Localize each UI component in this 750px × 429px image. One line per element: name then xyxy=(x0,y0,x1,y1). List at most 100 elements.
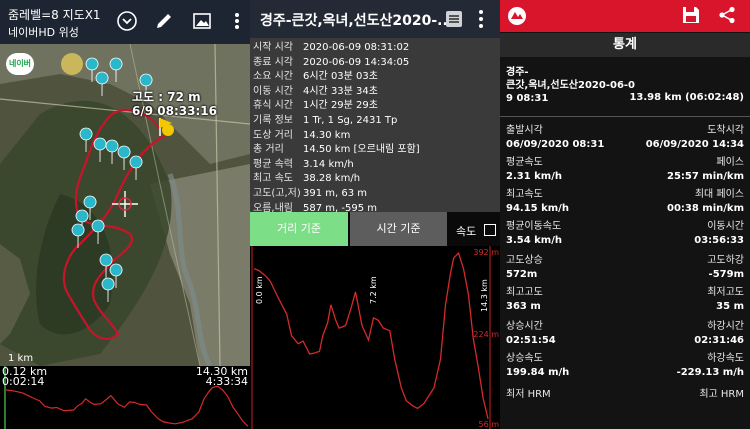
stat-value: 391 m, 63 m xyxy=(303,187,368,199)
chart-end-time: 4:33:34 xyxy=(205,375,248,388)
y-tick-label-top: 392 m xyxy=(473,248,499,257)
stats-left-label: 상승시간 xyxy=(506,321,543,332)
stat-key: 도상 거리 xyxy=(253,129,293,141)
stats-row: 상승시간 02:51:54 하강시간 02:31:46 xyxy=(506,320,744,350)
stat-key: 총 거리 xyxy=(253,144,284,156)
track-title: 경주-큰갓,옥녀,선도산2020-... xyxy=(260,13,446,29)
stats-right-value: 03:56:33 xyxy=(694,235,744,246)
image-icon[interactable] xyxy=(191,10,213,32)
more-vert-icon[interactable] xyxy=(226,10,248,32)
route-name: 경주- 큰갓,옥녀,선도산2020-06-0 9 08:31 xyxy=(506,66,635,105)
stats-right-value: -229.13 m/h xyxy=(676,367,744,378)
stat-key: 최고 속도 xyxy=(253,173,293,185)
pencil-icon[interactable] xyxy=(153,10,175,32)
stats-left-label: 출발시각 xyxy=(506,125,543,136)
stats-left-value: 2.31 km/h xyxy=(506,171,562,182)
stat-row: 소요 시간 6시간 03분 03초 xyxy=(250,70,500,85)
stats-row: 평균이동속도 3.54 km/h 이동시간 03:56:33 xyxy=(506,220,744,250)
stats-title: 통계 xyxy=(500,33,750,57)
stat-row: 휴식 시간 1시간 29분 29초 xyxy=(250,99,500,114)
more-vert-icon[interactable] xyxy=(478,8,484,30)
stats-left-label: 평균이동속도 xyxy=(506,221,562,232)
stat-row: 평균 속력 3.14 km/h xyxy=(250,158,500,173)
stat-key: 고도(고,저) xyxy=(253,187,301,199)
stats-right-label: 하강시간 xyxy=(707,321,744,332)
x-tick-label-mid: 7.2 km xyxy=(369,276,378,304)
stats-right-value: 00:38 min/km xyxy=(666,203,744,214)
distance-basis-button[interactable]: 거리 기준 xyxy=(250,212,348,246)
stats-right-value: 25:57 min/km xyxy=(666,171,744,182)
stat-row: 도상 거리 14.30 km xyxy=(250,129,500,144)
stats-left-label: 최고고도 xyxy=(506,287,543,298)
stat-row: 최고 속도 38.28 km/h xyxy=(250,172,500,187)
stat-value: 1 Tr, 1 Sg, 2431 Tp xyxy=(303,114,398,126)
stat-row: 이동 시간 4시간 33분 34초 xyxy=(250,85,500,100)
stats-left-label: 고도상승 xyxy=(506,255,543,266)
stat-value: 14.30 km xyxy=(303,129,351,141)
stats-left-value: 06/09/2020 08:31 xyxy=(506,139,605,150)
stats-left-value: 94.15 km/h xyxy=(506,203,569,214)
route-name-line: 큰갓,옥녀,선도산2020-06-0 xyxy=(506,80,636,91)
stats-row: 평균속도 2.31 km/h 페이스 25:57 min/km xyxy=(506,156,744,186)
mini-elevation-chart[interactable]: 0.12 km 0:02:14 14.30 km 4:33:34 xyxy=(0,366,250,429)
x-tick-label-start: 0.0 km xyxy=(255,276,264,304)
stats-right-label: 이동시간 xyxy=(707,221,744,232)
chart-start-time: 0:02:14 xyxy=(2,375,45,388)
stat-row: 총 거리 14.50 km [오르내림 포함] xyxy=(250,143,500,158)
stats-right-label: 페이스 xyxy=(716,157,744,168)
stats-app-bar xyxy=(500,0,750,32)
stats-right-label: 최고 HRM xyxy=(699,389,744,400)
naver-logo-badge[interactable]: 네이버 xyxy=(6,53,34,75)
route-distance: 13.98 km (06:02:48) xyxy=(629,92,744,103)
stat-key: 휴식 시간 xyxy=(253,100,293,112)
elevation-chart[interactable]: 0.0 km 7.2 km 14.3 km 392 m 224 m 56 m xyxy=(250,246,500,429)
save-icon[interactable] xyxy=(682,6,700,24)
stats-row: 상승속도 199.84 m/h 하강속도 -229.13 m/h xyxy=(506,352,744,382)
stats-right-value: 06/09/2020 14:34 xyxy=(645,139,744,150)
stats-right-label: 도착시각 xyxy=(707,125,744,136)
stat-key: 종료 시각 xyxy=(253,56,293,68)
map-status-bar: 줌레벨=8 지도X1 네이버HD 위성 xyxy=(0,0,250,44)
stat-value: 14.50 km [오르내림 포함] xyxy=(303,144,420,156)
stats-row: 최고고도 363 m 최저고도 35 m xyxy=(506,286,744,316)
elevation-chart-svg: 0.0 km 7.2 km 14.3 km 392 m 224 m 56 m xyxy=(251,246,499,429)
stats-row: 최저 HRM 최고 HRM xyxy=(506,388,744,418)
stat-row: 종료 시각 2020-06-09 14:34:05 xyxy=(250,56,500,71)
app-logo-icon[interactable] xyxy=(506,6,528,26)
stats-right-label: 최대 페이스 xyxy=(694,189,744,200)
statistics-panel: 통계 경주- 큰갓,옥녀,선도산2020-06-0 9 08:31 13.98 … xyxy=(500,0,750,429)
stat-row: 시작 시각 2020-06-09 08:31:02 xyxy=(250,41,500,56)
stats-row: 최고속도 94.15 km/h 최대 페이스 00:38 min/km xyxy=(506,188,744,218)
list-icon[interactable] xyxy=(446,11,462,27)
map-scale: 1 km xyxy=(8,353,34,364)
track-header: 경주-큰갓,옥녀,선도산2020-... xyxy=(250,0,500,38)
stat-row: 고도(고,저) 391 m, 63 m xyxy=(250,187,500,202)
x-tick-label-end: 14.3 km xyxy=(480,279,489,312)
speed-checkbox[interactable] xyxy=(484,224,496,236)
stats-left-label: 최고속도 xyxy=(506,189,543,200)
stats-row: 고도상승 572m 고도하강 -579m xyxy=(506,254,744,284)
stats-left-value: 3.54 km/h xyxy=(506,235,562,246)
stats-left-value: 02:51:54 xyxy=(506,335,556,346)
stat-value: 4시간 33분 34초 xyxy=(303,85,378,97)
track-stats-list: 시작 시각 2020-06-09 08:31:02 종료 시각 2020-06-09 … xyxy=(250,38,500,214)
map-type-text: 네이버HD 위성 xyxy=(8,26,79,39)
stats-right-value: 35 m xyxy=(716,301,744,312)
speed-label: 속도 xyxy=(456,225,477,238)
chevron-down-icon[interactable] xyxy=(116,10,138,32)
stat-value: 38.28 km/h xyxy=(303,173,361,185)
stat-key: 시작 시각 xyxy=(253,42,293,53)
stats-left-label: 최저 HRM xyxy=(506,389,551,400)
y-tick-label-bottom: 56 m xyxy=(478,420,499,429)
stats-right-label: 고도하강 xyxy=(707,255,744,266)
stat-value: 2020-06-09 14:34:05 xyxy=(303,56,410,68)
y-tick-label-mid: 224 m xyxy=(473,330,499,339)
altitude-timestamp: 6/9 08:33:16 xyxy=(132,104,217,118)
mini-elevation-line xyxy=(5,385,249,427)
stat-key: 이동 시간 xyxy=(253,85,293,97)
time-basis-button[interactable]: 시간 기준 xyxy=(350,212,447,246)
share-icon[interactable] xyxy=(718,6,736,24)
route-name-line: 9 08:31 xyxy=(506,93,549,104)
satellite-map[interactable]: 네이버 고도 : 72 m 6/9 08:33:16 1 km xyxy=(0,44,250,366)
map-panel: 줌레벨=8 지도X1 네이버HD 위성 네이버 고도: 72 m 6/9 08… xyxy=(0,0,250,429)
